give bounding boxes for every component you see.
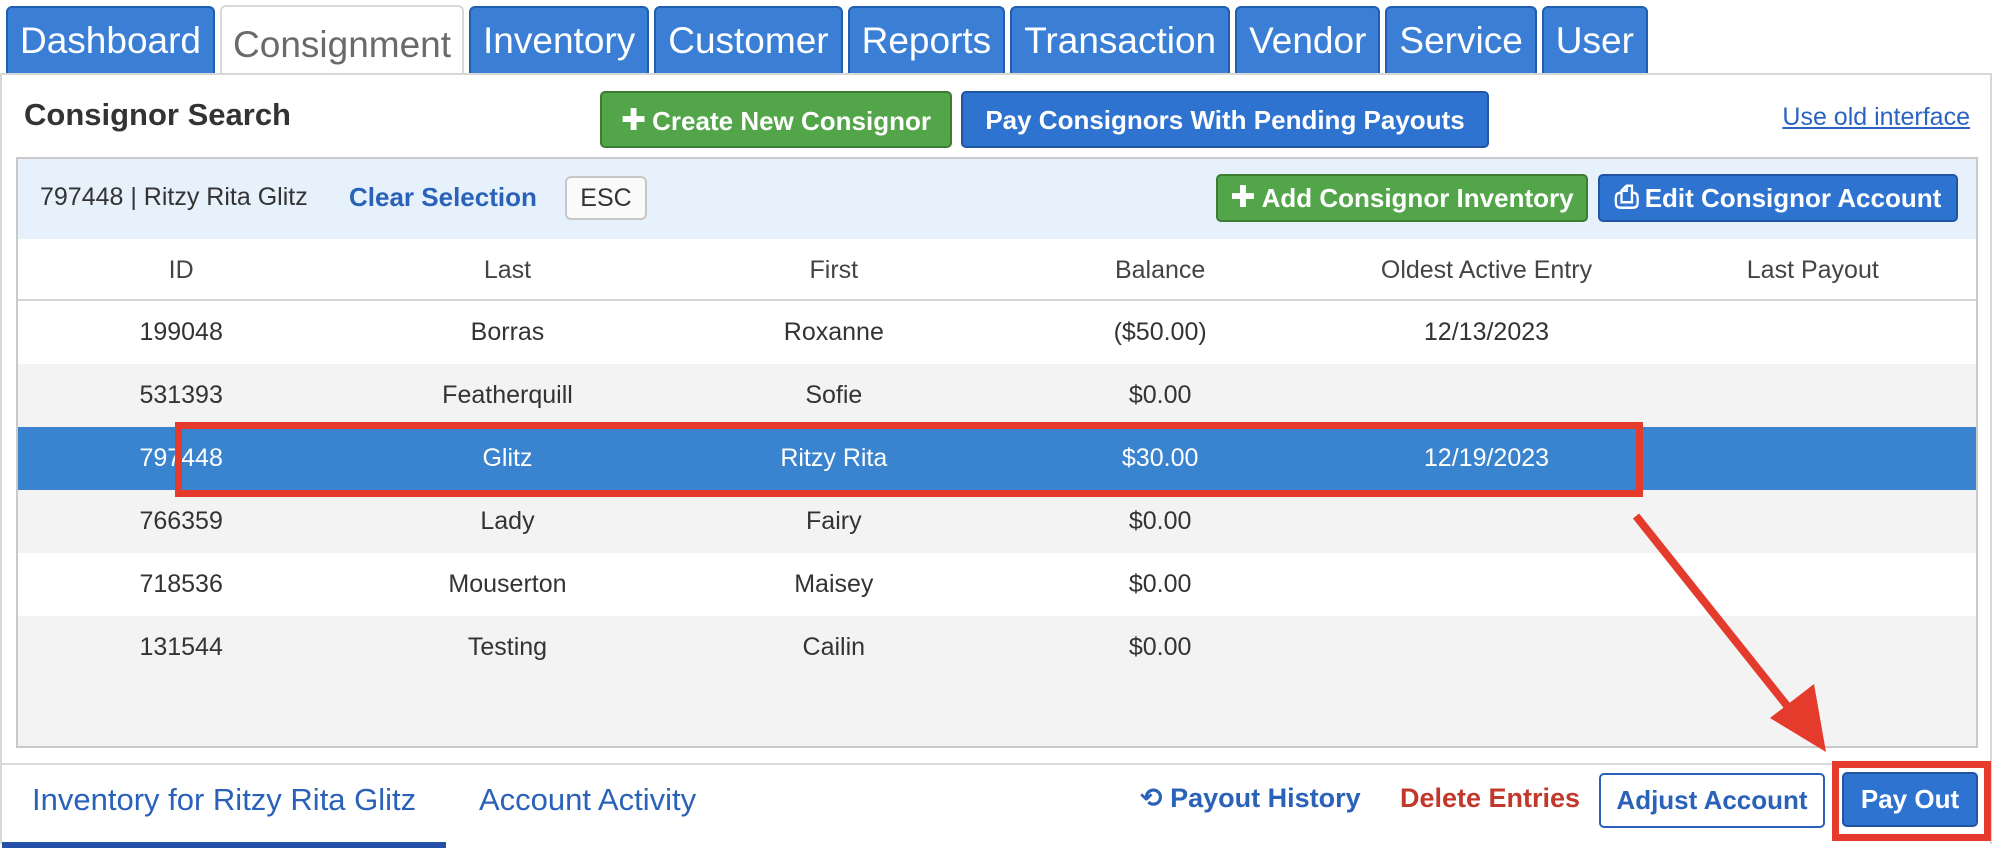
cell-last-payout [1650,616,1976,679]
cell-first: Roxanne [783,318,884,346]
cell-oldest-entry [1323,490,1649,553]
cell-first: Fairy [806,507,862,535]
column-header-balance[interactable]: Balance [997,239,1323,299]
tab-customer[interactable]: Customer [654,6,843,75]
cell-oldest-entry [1323,616,1649,679]
cell-balance: ($50.00) [1113,318,1207,346]
cell-first: Cailin [802,633,866,661]
table-row[interactable]: 531393 Featherquill Sofie $0.00 [18,364,1976,427]
tab-reports[interactable]: Reports [847,6,1006,75]
cell-last-payout [1650,490,1976,553]
consignor-detail-tabbar: Inventory for Ritzy Rita Glitz Account A… [2,763,1990,848]
tab-inventory-for-consignor[interactable]: Inventory for Ritzy Rita Glitz [2,765,447,848]
selection-bar: 797448 | Ritzy Rita Glitz Clear Selectio… [18,159,1976,239]
payout-history-label: Payout History [1170,783,1361,813]
edit-account-label: Edit Consignor Account [1644,183,1942,213]
cell-first: Sofie [805,381,863,409]
table-row[interactable]: 199048 Borras Roxanne ($50.00) 12/13/202… [18,301,1976,364]
cell-oldest-entry [1323,553,1649,616]
tab-dashboard[interactable]: Dashboard [6,6,216,75]
tab-vendor[interactable]: Vendor [1235,6,1381,75]
cell-oldest-entry: 12/19/2023 [1423,444,1550,472]
cell-last: Borras [470,318,545,346]
cell-balance: $0.00 [1128,570,1192,598]
cell-id: 718536 [139,570,223,598]
table-row[interactable]: 718536 Mouserton Maisey $0.00 [18,553,1976,616]
create-consignor-button[interactable]: ✚ Create New Consignor [600,91,952,148]
consignor-table-box: 797448 | Ritzy Rita Glitz Clear Selectio… [16,157,1978,748]
cell-balance: $0.00 [1128,633,1192,661]
table-row[interactable]: 766359 Lady Fairy $0.00 [18,490,1976,553]
cell-oldest-entry: 12/13/2023 [1423,318,1550,346]
plus-icon: ✚ [1230,181,1256,214]
cell-last-payout [1650,427,1976,490]
column-header-last-payout[interactable]: Last Payout [1650,239,1976,299]
tab-consignment[interactable]: Consignment [220,5,465,75]
cell-id: 531393 [139,381,223,409]
cell-id: 797448 [139,444,223,472]
cell-oldest-entry [1323,364,1649,427]
cell-last: Mouserton [448,570,567,598]
cell-last-payout [1650,301,1976,364]
cell-first: Ritzy Rita [780,444,888,472]
create-consignor-label: Create New Consignor [652,106,931,136]
cell-last: Testing [467,633,548,661]
tab-account-activity[interactable]: Account Activity [449,765,726,848]
cell-balance: $0.00 [1128,507,1192,535]
tab-transaction[interactable]: Transaction [1010,6,1231,75]
plus-icon: ✚ [621,104,647,137]
esc-key-badge[interactable]: ESC [565,176,647,220]
cell-id: 766359 [139,507,223,535]
cell-id: 131544 [139,633,223,661]
printer-icon: ⎙ [1614,181,1639,214]
table-row[interactable]: 131544 Testing Cailin $0.00 [18,616,1976,679]
table-row-selected[interactable]: 797448 Glitz Ritzy Rita $30.00 12/19/202… [18,427,1976,490]
main-tab-bar: Dashboard Consignment Inventory Customer… [0,0,2000,75]
tab-inventory[interactable]: Inventory [469,6,650,75]
table-empty-area [18,679,1976,746]
table-body: 199048 Borras Roxanne ($50.00) 12/13/202… [18,301,1976,679]
cell-last: Featherquill [442,381,573,409]
old-interface-link[interactable]: Use old interface [1782,103,1970,132]
clear-selection-link[interactable]: Clear Selection [349,182,537,213]
column-header-oldest-active-entry[interactable]: Oldest Active Entry [1323,239,1649,299]
cell-first: Maisey [794,570,874,598]
cell-last-payout [1650,364,1976,427]
pay-pending-label: Pay Consignors With Pending Payouts [985,105,1465,135]
edit-consignor-account-button[interactable]: ⎙ Edit Consignor Account [1598,174,1958,222]
cell-id: 199048 [139,318,223,346]
consignment-panel: Consignor Search ✚ Create New Consignor P… [0,73,1992,848]
cell-balance: $30.00 [1121,444,1199,472]
cell-last: Glitz [482,444,533,472]
history-icon: ⟲ [1140,783,1163,813]
payout-history-link[interactable]: ⟲ Payout History [1140,783,1361,814]
tab-service[interactable]: Service [1385,6,1537,75]
delete-entries-link[interactable]: Delete Entries [1400,783,1580,814]
cell-last: Lady [480,507,535,535]
pay-pending-button[interactable]: Pay Consignors With Pending Payouts [961,91,1489,148]
page-title: Consignor Search [24,97,291,132]
cell-last-payout [1650,553,1976,616]
add-consignor-inventory-button[interactable]: ✚ Add Consignor Inventory [1216,174,1588,222]
tab-user[interactable]: User [1541,6,1648,75]
column-header-first[interactable]: First [671,239,997,299]
add-inventory-label: Add Consignor Inventory [1261,183,1574,213]
table-header: ID Last First Balance Oldest Active Entr… [18,239,1976,301]
pay-out-button[interactable]: Pay Out [1842,772,1978,827]
column-header-id[interactable]: ID [18,239,344,299]
adjust-account-button[interactable]: Adjust Account [1599,773,1825,828]
column-header-last[interactable]: Last [344,239,670,299]
selected-consignor-text: 797448 | Ritzy Rita Glitz [40,183,308,211]
cell-balance: $0.00 [1128,381,1192,409]
